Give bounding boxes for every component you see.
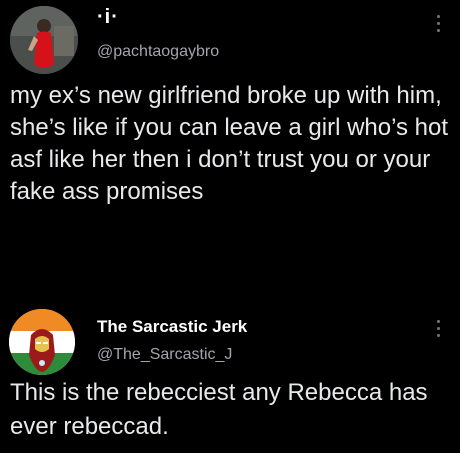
display-name[interactable]: ·i· [97, 6, 119, 29]
avatar[interactable] [9, 309, 75, 375]
tweet-text: This is the rebecciest any Rebecca has e… [10, 379, 428, 440]
woman-red-dress-icon [10, 6, 78, 74]
user-handle[interactable]: @The_Sarcastic_J [97, 346, 232, 364]
avatar[interactable] [10, 6, 78, 74]
tweet-text: my ex’s new girlfriend broke up with him… [10, 82, 449, 205]
user-handle[interactable]: @pachtaogaybro [97, 43, 219, 61]
tweet-1: ·i· @pachtaogaybro my ex’s new girlfrien… [0, 0, 460, 300]
more-options-icon[interactable] [437, 320, 441, 340]
more-options-icon[interactable] [437, 15, 441, 35]
iron-man-flag-icon [9, 309, 75, 375]
display-name[interactable]: The Sarcastic Jerk [97, 317, 247, 337]
